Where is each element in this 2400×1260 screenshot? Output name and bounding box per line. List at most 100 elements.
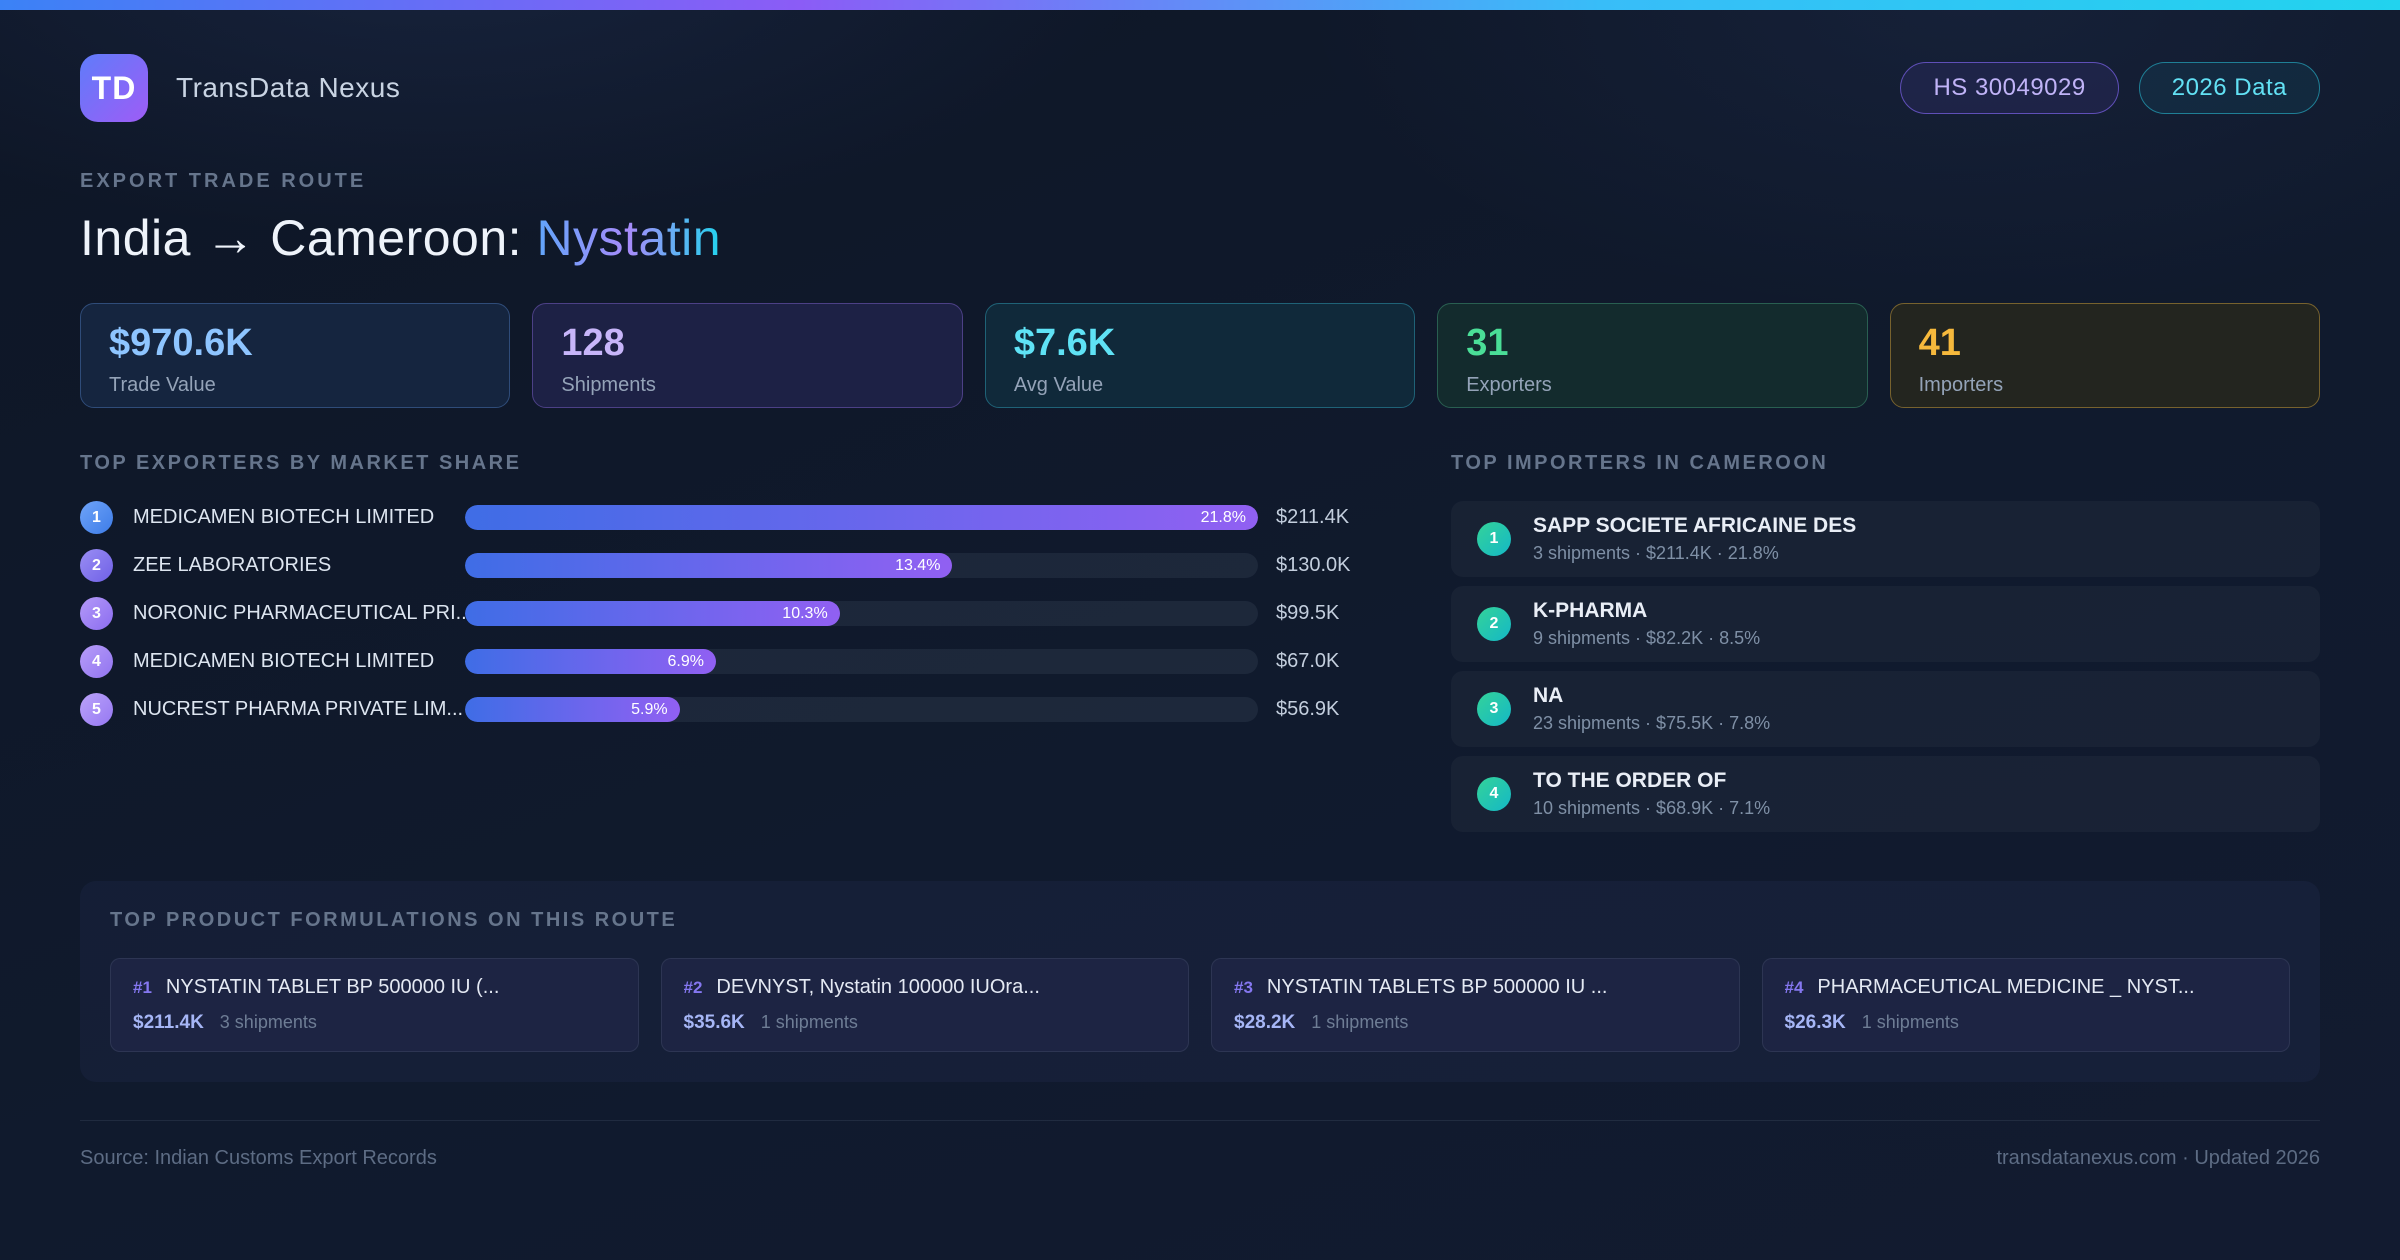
exporter-name: MEDICAMEN BIOTECH LIMITED [133,506,435,528]
share-percent-label: 10.3% [782,604,828,622]
importer-name: K-PHARMA [1533,599,1648,622]
importer-name: SAPP SOCIETE AFRICAINE DES [1533,514,1857,537]
rank-badge: 2 [80,549,113,582]
exporter-value: $67.0K [1276,650,1340,672]
product-name: NYSTATIN TABLETS BP 500000 IU ... [1266,976,1608,998]
importer-detail: 9 shipments · $82.2K · 8.5% [1533,628,1761,648]
stat-card-avg-value: $7.6K Avg Value [984,303,1416,408]
importer-name: NA [1533,684,1564,707]
product-formulations-section: TOP PRODUCT FORMULATIONS ON THIS ROUTE #… [80,881,2320,1082]
product-title-row: #2 DEVNYST, Nystatin 100000 IUOra... [684,976,1167,999]
product-rank: #4 [1784,978,1804,997]
stat-value: 31 [1466,322,1509,364]
data-year-badge[interactable]: 2026 Data [2138,62,2320,114]
share-percent-label: 6.9% [667,652,704,670]
importers-heading: TOP IMPORTERS IN CAMEROON [1451,452,1829,474]
product-value-row: $28.2K 1 shipments [1234,1012,1717,1034]
stat-label: Trade Value [109,373,216,396]
exporter-row[interactable]: 4 MEDICAMEN BIOTECH LIMITED 6.9% $67.0K [80,645,1376,678]
importer-card[interactable]: 2 K-PHARMA 9 shipments · $82.2K · 8.5% [1451,586,2320,662]
rank-badge: 4 [80,645,113,678]
product-name: NYSTATIN TABLET BP 500000 IU (... [165,976,500,998]
brand: TD TransData Nexus [80,54,400,122]
product-rank: #1 [133,978,152,997]
product-value: $211.4K [133,1012,204,1033]
hs-code-badge[interactable]: HS 30049029 [1900,62,2119,114]
importer-card[interactable]: 4 TO THE ORDER OF 10 shipments · $68.9K … [1451,756,2320,832]
stat-card-trade-value: $970.6K Trade Value [80,303,511,408]
product-card[interactable]: #1 NYSTATIN TABLET BP 500000 IU (... $21… [110,958,639,1052]
main-columns: TOP EXPORTERS BY MARKET SHARE 1 MEDICAME… [80,452,2320,841]
share-percent-label: 21.8% [1200,508,1246,526]
rank-badge: 1 [80,501,113,534]
route-title: India → Cameroon: [80,210,537,266]
market-share-bar-fill: 6.9% [465,649,716,674]
exporter-row[interactable]: 2 ZEE LABORATORIES 13.4% $130.0K [80,549,1376,582]
market-share-bar-fill: 10.3% [465,601,840,626]
stat-value: $7.6K [1013,322,1116,364]
product-rank: #2 [683,978,703,997]
product-value: $28.2K [1234,1012,1296,1033]
rank-badge: 3 [1477,692,1511,726]
hs-code-label: HS 30049029 [1933,74,2086,101]
product-title-row: #3 NYSTATIN TABLETS BP 500000 IU ... [1234,976,1717,999]
importer-card[interactable]: 3 NA 23 shipments · $75.5K · 7.8% [1451,671,2320,747]
exporters-heading: TOP EXPORTERS BY MARKET SHARE [80,452,522,474]
exporter-row[interactable]: 3 NORONIC PHARMACEUTICAL PRI... 10.3% $9… [80,597,1376,630]
stat-label: Avg Value [1013,373,1104,396]
app-header: TD TransData Nexus HS 30049029 2026 Data [80,54,2320,122]
footer-source: Source: Indian Customs Export Records [80,1147,437,1169]
market-share-bar-track: 13.4% [465,553,1258,578]
product-title-row: #1 NYSTATIN TABLET BP 500000 IU (... [133,976,616,999]
stat-label: Shipments [561,373,656,396]
exporter-value: $56.9K [1276,698,1340,720]
app-logo[interactable]: TD [80,54,148,122]
stat-value: 41 [1918,322,1961,364]
stat-card-shipments: 128 Shipments [532,303,963,408]
exporter-name: NUCREST PHARMA PRIVATE LIM... [133,698,464,720]
product-value-row: $26.3K 1 shipments [1785,1012,2268,1034]
market-share-bar-fill: 21.8% [465,505,1258,530]
market-share-bar-track: 5.9% [465,697,1258,722]
product-value: $26.3K [1784,1012,1846,1033]
rank-badge: 3 [80,597,113,630]
stat-card-exporters: 31 Exporters [1437,303,1868,408]
importer-card[interactable]: 1 SAPP SOCIETE AFRICAINE DES 3 shipments… [1451,501,2320,577]
product-name: PHARMACEUTICAL MEDICINE _ NYST... [1817,976,2195,998]
exporter-name: ZEE LABORATORIES [133,554,332,576]
data-year-label: 2026 Data [2171,74,2287,101]
stat-label: Importers [1918,373,2004,396]
exporter-value: $99.5K [1276,602,1340,624]
product-card[interactable]: #2 DEVNYST, Nystatin 100000 IUOra... $35… [660,958,1189,1052]
importer-info: NA 23 shipments · $75.5K · 7.8% [1533,684,1770,734]
product-value-row: $35.6K 1 shipments [684,1012,1167,1034]
exporter-value: $211.4K [1276,506,1350,528]
rank-badge: 5 [80,693,113,726]
rank-badge: 2 [1477,607,1511,641]
product-title-row: #4 PHARMACEUTICAL MEDICINE _ NYST... [1785,976,2268,999]
product-card[interactable]: #4 PHARMACEUTICAL MEDICINE _ NYST... $26… [1761,958,2290,1052]
exporters-section: TOP EXPORTERS BY MARKET SHARE 1 MEDICAME… [80,452,1376,741]
importers-section: TOP IMPORTERS IN CAMEROON 1 SAPP SOCIETE… [1451,452,2320,841]
exporter-row[interactable]: 5 NUCREST PHARMA PRIVATE LIM... 5.9% $56… [80,693,1376,726]
product-cards-row: #1 NYSTATIN TABLET BP 500000 IU (... $21… [110,958,2290,1052]
product-card[interactable]: #3 NYSTATIN TABLETS BP 500000 IU ... $28… [1211,958,1740,1052]
header-badges: HS 30049029 2026 Data [1900,62,2320,114]
product-shipments: 1 shipments [1861,1012,1959,1032]
products-heading: TOP PRODUCT FORMULATIONS ON THIS ROUTE [110,909,678,931]
product-name: DEVNYST, Nystatin 100000 IUOra... [716,976,1040,998]
rank-badge: 4 [1477,777,1511,811]
product-shipments: 1 shipments [1311,1012,1409,1032]
product-shipments: 3 shipments [219,1012,317,1032]
product-title-accent: Nystatin [536,210,722,266]
share-percent-label: 13.4% [895,556,941,574]
importer-detail: 10 shipments · $68.9K · 7.1% [1533,798,1771,818]
exporter-row[interactable]: 1 MEDICAMEN BIOTECH LIMITED 21.8% $211.4… [80,501,1376,534]
importer-detail: 23 shipments · $75.5K · 7.8% [1533,713,1771,733]
market-share-bar-fill: 5.9% [465,697,680,722]
page-footer: Source: Indian Customs Export Records tr… [80,1120,2320,1170]
stat-card-importers: 41 Importers [1889,303,2321,408]
product-shipments: 1 shipments [760,1012,858,1032]
product-value: $35.6K [683,1012,745,1033]
footer-site: transdatanexus.com · Updated 2026 [1996,1147,2320,1169]
